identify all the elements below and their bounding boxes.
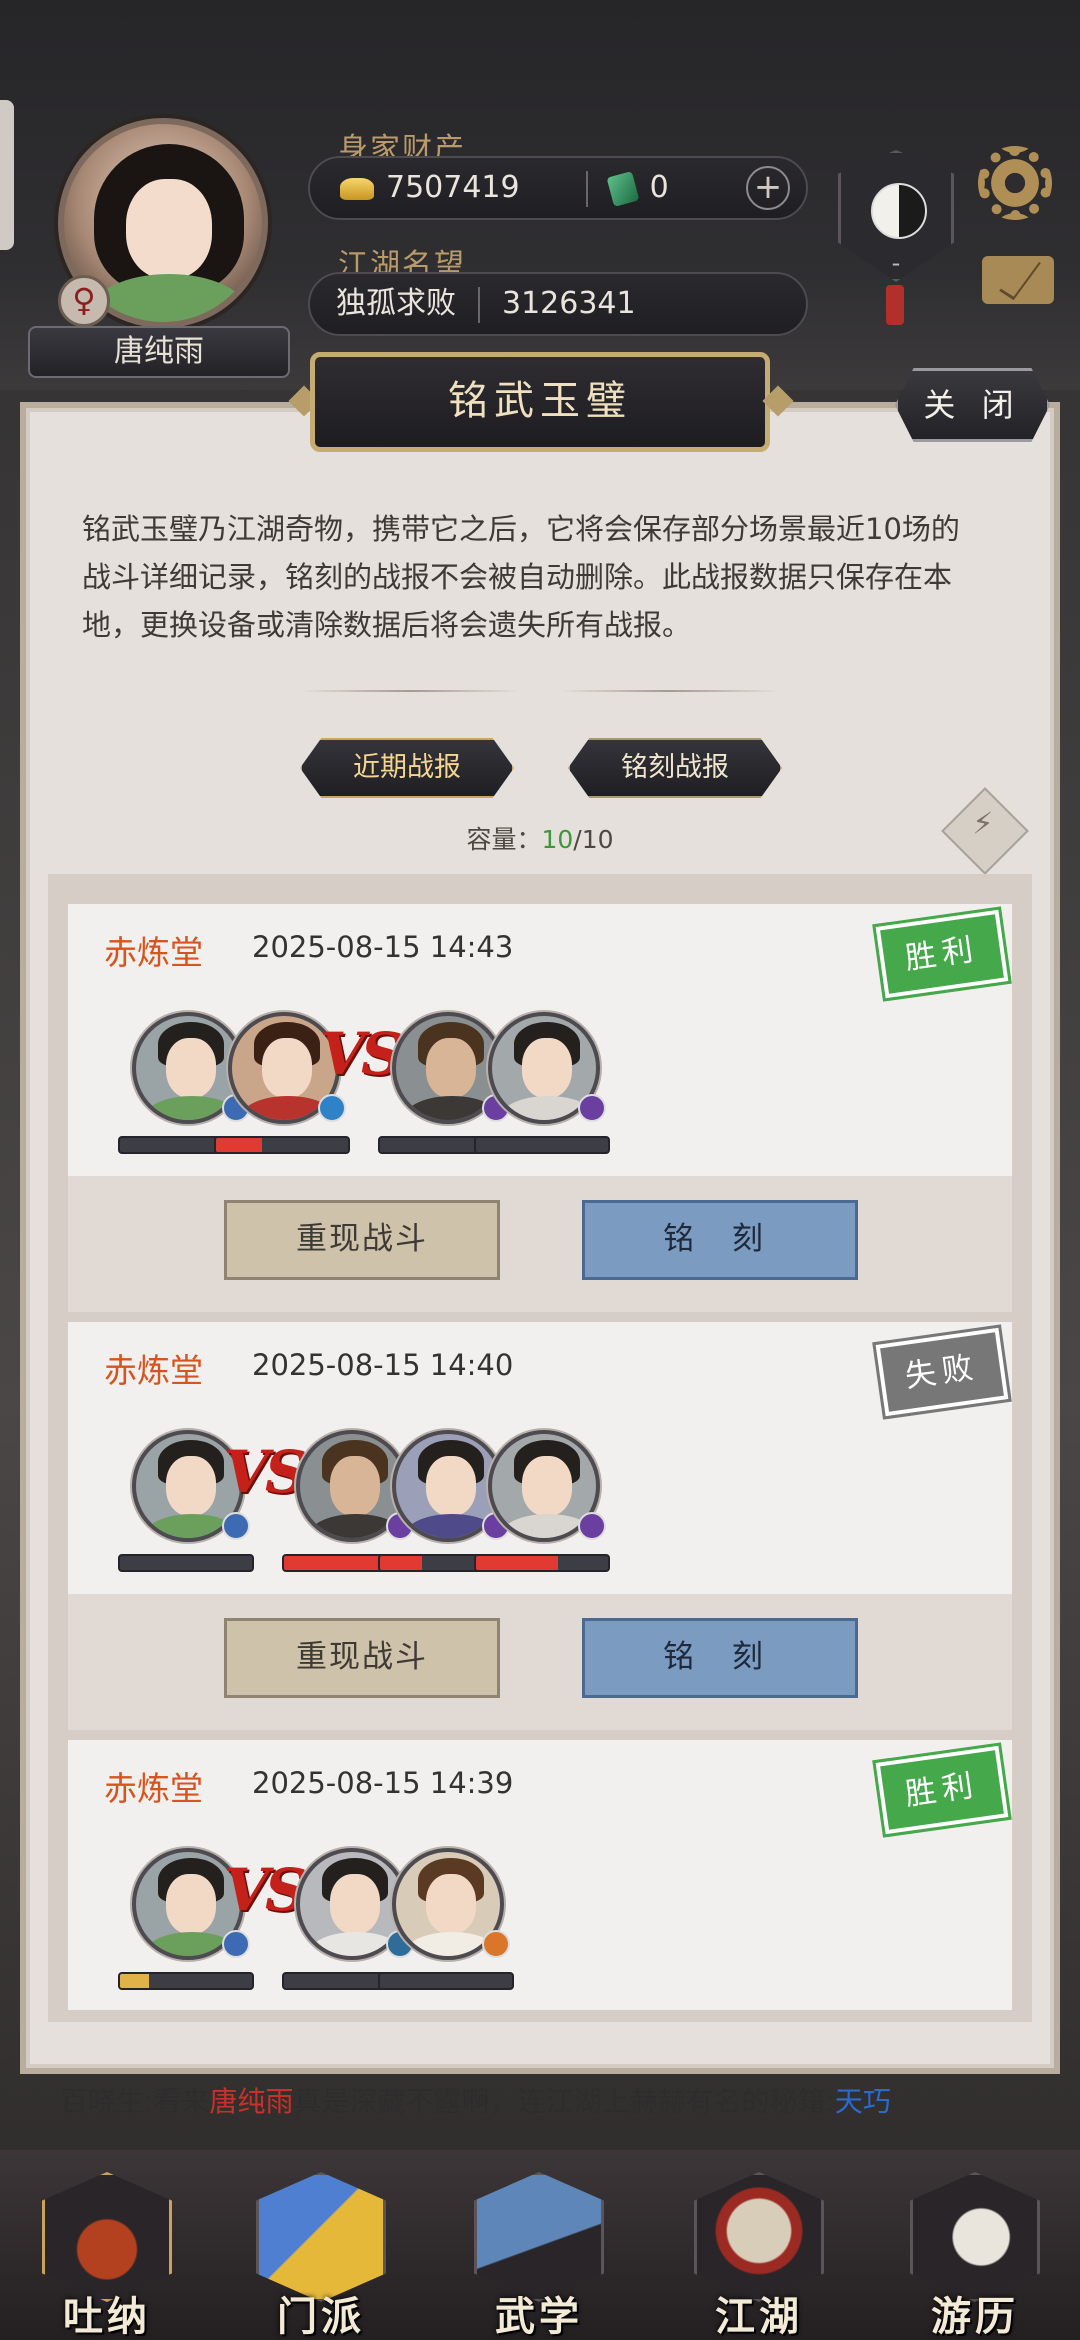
record-time: 2025-08-15 14:43 — [252, 930, 514, 964]
add-currency-button[interactable]: + — [746, 166, 790, 210]
tab-recent-reports[interactable]: 近期战报 — [300, 738, 514, 798]
capacity-label: 容量： — [466, 825, 542, 854]
book-icon — [474, 2172, 604, 2302]
player-name: 唐纯雨 — [28, 326, 290, 378]
hat-icon — [694, 2172, 824, 2302]
capacity-current: 10 — [541, 825, 574, 854]
replay-battle-button[interactable]: 重现战斗 — [224, 1200, 500, 1280]
battle-record: 赤炼堂 2025-08-15 14:40 失败 VS 重现战斗 铭 刻 — [68, 1322, 1012, 1730]
engrave-button[interactable]: 铭 刻 — [582, 1200, 858, 1280]
news-ticker: 百晓生:看来唐纯雨真是深藏不露啊，连江湖上赫赫有名的秘籍:天巧 — [60, 2085, 891, 2118]
hp-bar — [214, 1136, 350, 1154]
ticker-book-name: 天巧 — [834, 2085, 891, 2118]
hp-bar — [474, 1554, 610, 1572]
wealth-bar: 7507419 0 + — [308, 156, 808, 220]
hp-bar — [118, 1972, 254, 1990]
hp-fill — [284, 1556, 390, 1570]
hp-fill — [380, 1556, 423, 1570]
hp-fill — [476, 1556, 558, 1570]
divider-right — [560, 690, 780, 692]
hp-bar — [474, 1136, 610, 1154]
capacity-indicator: 容量：10/10 — [0, 820, 1080, 856]
hp-bar — [118, 1554, 254, 1572]
result-stamp: 失败 — [872, 1324, 1012, 1420]
engrave-button[interactable]: 铭 刻 — [582, 1618, 858, 1698]
battle-record: 赤炼堂 2025-08-15 14:39 胜利 VS — [68, 1740, 1012, 2010]
nav-travel[interactable]: 游历 — [890, 2172, 1060, 2340]
battle-record-list[interactable]: 赤炼堂 2025-08-15 14:43 胜利 VS 重现战斗 铭 刻 赤炼堂 … — [48, 874, 1032, 2022]
result-stamp: 胜利 — [872, 906, 1012, 1002]
player-header: ♀ 唐纯雨 身家财产 7507419 0 + 江湖名望 独孤求败 3126341 - — [0, 0, 1080, 390]
replay-battle-button[interactable]: 重现战斗 — [224, 1618, 500, 1698]
side-drawer-tab[interactable] — [0, 100, 14, 250]
enemy-portrait[interactable] — [376, 1848, 516, 1988]
jade-icon — [606, 170, 640, 207]
gourd-icon — [42, 2172, 172, 2302]
gold-ingot-icon — [340, 177, 374, 200]
record-time: 2025-08-15 14:39 — [252, 1766, 514, 1800]
hp-fill — [120, 1974, 150, 1988]
tassel-decoration — [886, 285, 904, 325]
modal-description: 铭武玉璧乃江湖奇物，携带它之后，它将会保存部分场景最近10场的战斗详细记录，铭刻… — [82, 512, 960, 642]
nav-jianghu[interactable]: 江湖 — [674, 2172, 844, 2340]
capacity-max: /10 — [573, 825, 614, 854]
enemy-portrait[interactable] — [472, 1430, 612, 1570]
fame-bar: 独孤求败 3126341 — [308, 272, 808, 336]
mail-icon[interactable] — [982, 256, 1054, 304]
nav-breathing[interactable]: 吐纳 — [22, 2172, 192, 2340]
sect-flag-icon — [256, 2172, 386, 2302]
modal-title: 铭武玉璧 — [310, 352, 770, 452]
record-time: 2025-08-15 14:40 — [252, 1348, 514, 1382]
result-stamp: 胜利 — [872, 1742, 1012, 1838]
tab-engraved-reports[interactable]: 铭刻战报 — [568, 738, 782, 798]
record-venue: 赤炼堂 — [104, 1351, 203, 1390]
record-venue: 赤炼堂 — [104, 933, 203, 972]
nav-sect[interactable]: 门派 — [236, 2172, 406, 2340]
fame-title: 独孤求败 — [336, 286, 456, 321]
taichi-icon[interactable]: - — [838, 150, 954, 282]
hp-fill — [216, 1138, 263, 1152]
ticker-player-name: 唐纯雨 — [209, 2085, 294, 2118]
jade-amount: 0 — [649, 170, 669, 205]
horse-icon — [910, 2172, 1040, 2302]
battle-record: 赤炼堂 2025-08-15 14:43 胜利 VS 重现战斗 铭 刻 — [68, 904, 1012, 1312]
divider-left — [300, 690, 520, 692]
gender-female-icon: ♀ — [58, 275, 110, 327]
gold-amount: 7507419 — [386, 170, 520, 205]
close-button[interactable]: 关 闭 — [895, 368, 1050, 442]
enemy-portrait[interactable] — [472, 1012, 612, 1152]
record-venue: 赤炼堂 — [104, 1769, 203, 1808]
settings-gear-icon[interactable] — [978, 146, 1052, 220]
nav-martial-arts[interactable]: 武学 — [454, 2172, 624, 2340]
fame-value: 3126341 — [502, 286, 636, 321]
hp-bar — [378, 1972, 514, 1990]
